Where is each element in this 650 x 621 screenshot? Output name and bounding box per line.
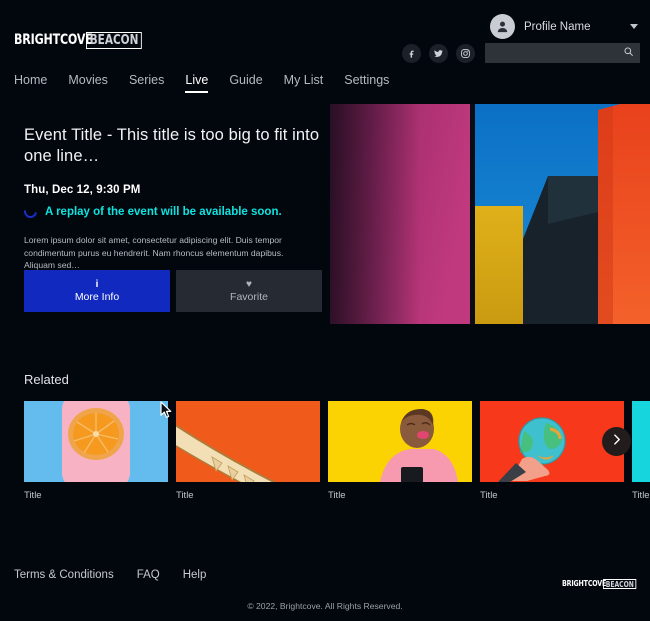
twitter-icon[interactable]: [429, 43, 448, 63]
search-bar[interactable]: [485, 43, 640, 63]
hero-section: Event Title - This title is too big to f…: [0, 96, 650, 418]
footer-links: Terms & Conditions FAQ Help: [14, 569, 206, 581]
footer-link-terms[interactable]: Terms & Conditions: [14, 569, 114, 581]
nav-item-settings[interactable]: Settings: [344, 73, 389, 93]
list-item-label: Title: [176, 490, 194, 501]
more-info-button-label: More Info: [74, 290, 120, 303]
list-item[interactable]: Title: [328, 401, 472, 501]
hero-content: Event Title - This title is too big to f…: [21, 125, 324, 272]
nav-item-movies[interactable]: Movies: [68, 73, 108, 93]
hero-action-buttons: i More Info ♥ Favorite: [24, 270, 322, 312]
nav-item-my-list[interactable]: My List: [284, 73, 324, 93]
footer-brand-logo: BRIGHTCOVE BEACON: [562, 579, 640, 589]
list-item[interactable]: Title: [176, 401, 320, 501]
favorite-button-label: Favorite: [230, 290, 268, 303]
related-carousel: Title Title Title Title Title: [24, 401, 650, 501]
copyright-text: © 2022, Brightcove. All Rights Reserved.: [247, 601, 403, 611]
instagram-icon[interactable]: [456, 43, 475, 63]
carousel-next-button[interactable]: [602, 427, 631, 456]
loading-spinner-icon: [21, 202, 40, 221]
thumbnail-orange-slice[interactable]: [24, 401, 168, 482]
footer-link-faq[interactable]: FAQ: [137, 569, 160, 581]
event-title: Event Title - This title is too big to f…: [24, 126, 320, 165]
list-item-label: Title: [328, 490, 346, 501]
related-section: Related Title Title Title Title Title: [0, 372, 650, 501]
social-and-search-bar: [402, 43, 640, 63]
favorite-button[interactable]: ♥ Favorite: [176, 270, 322, 312]
nav-item-series[interactable]: Series: [129, 73, 164, 93]
list-item[interactable]: Title: [632, 401, 650, 501]
brand-logo-word: BRIGHTCOVE: [14, 32, 93, 48]
more-info-button[interactable]: i More Info: [24, 270, 170, 312]
footer-logo-box: BEACON: [602, 579, 637, 589]
heart-icon: ♥: [246, 278, 252, 290]
nav-item-home[interactable]: Home: [14, 73, 47, 93]
related-heading: Related: [24, 372, 69, 387]
site-footer: Terms & Conditions FAQ Help BRIGHTCOVE B…: [0, 555, 650, 621]
profile-menu[interactable]: Profile Name: [490, 14, 640, 39]
event-status-message: A replay of the event will be available …: [45, 205, 282, 218]
chevron-down-icon[interactable]: [630, 24, 638, 29]
list-item[interactable]: Title: [480, 401, 624, 501]
list-item-label: Title: [632, 490, 650, 501]
search-input[interactable]: [491, 47, 623, 59]
hero-background-image: [330, 96, 650, 329]
nav-item-live[interactable]: Live: [185, 73, 209, 93]
main-navigation: Home Movies Series Live Guide My List Se…: [14, 73, 389, 93]
event-status-row: A replay of the event will be available …: [21, 202, 324, 221]
info-icon: i: [95, 278, 99, 290]
event-description: Lorem ipsum dolor sit amet, consectetur …: [24, 235, 284, 270]
thumbnail-woman-yellow[interactable]: [328, 401, 472, 482]
search-icon[interactable]: [623, 44, 634, 62]
list-item-label: Title: [24, 490, 42, 501]
user-avatar-icon: [490, 14, 515, 39]
thumbnail-cyan-partial[interactable]: [632, 401, 650, 482]
facebook-icon[interactable]: [402, 43, 421, 63]
chevron-right-icon: [610, 433, 623, 451]
event-date: Thu, Dec 12, 9:30 PM: [24, 184, 141, 196]
profile-name-label: Profile Name: [524, 20, 591, 33]
list-item[interactable]: Title: [24, 401, 168, 501]
brand-logo-box: BEACON: [86, 32, 143, 49]
footer-logo-word: BRIGHTCOVE: [562, 579, 607, 588]
footer-link-help[interactable]: Help: [183, 569, 207, 581]
brand-logo[interactable]: BRIGHTCOVE BEACON: [14, 32, 149, 49]
list-item-label: Title: [480, 490, 498, 501]
nav-item-guide[interactable]: Guide: [229, 73, 262, 93]
thumbnail-cream-arc[interactable]: [176, 401, 320, 482]
